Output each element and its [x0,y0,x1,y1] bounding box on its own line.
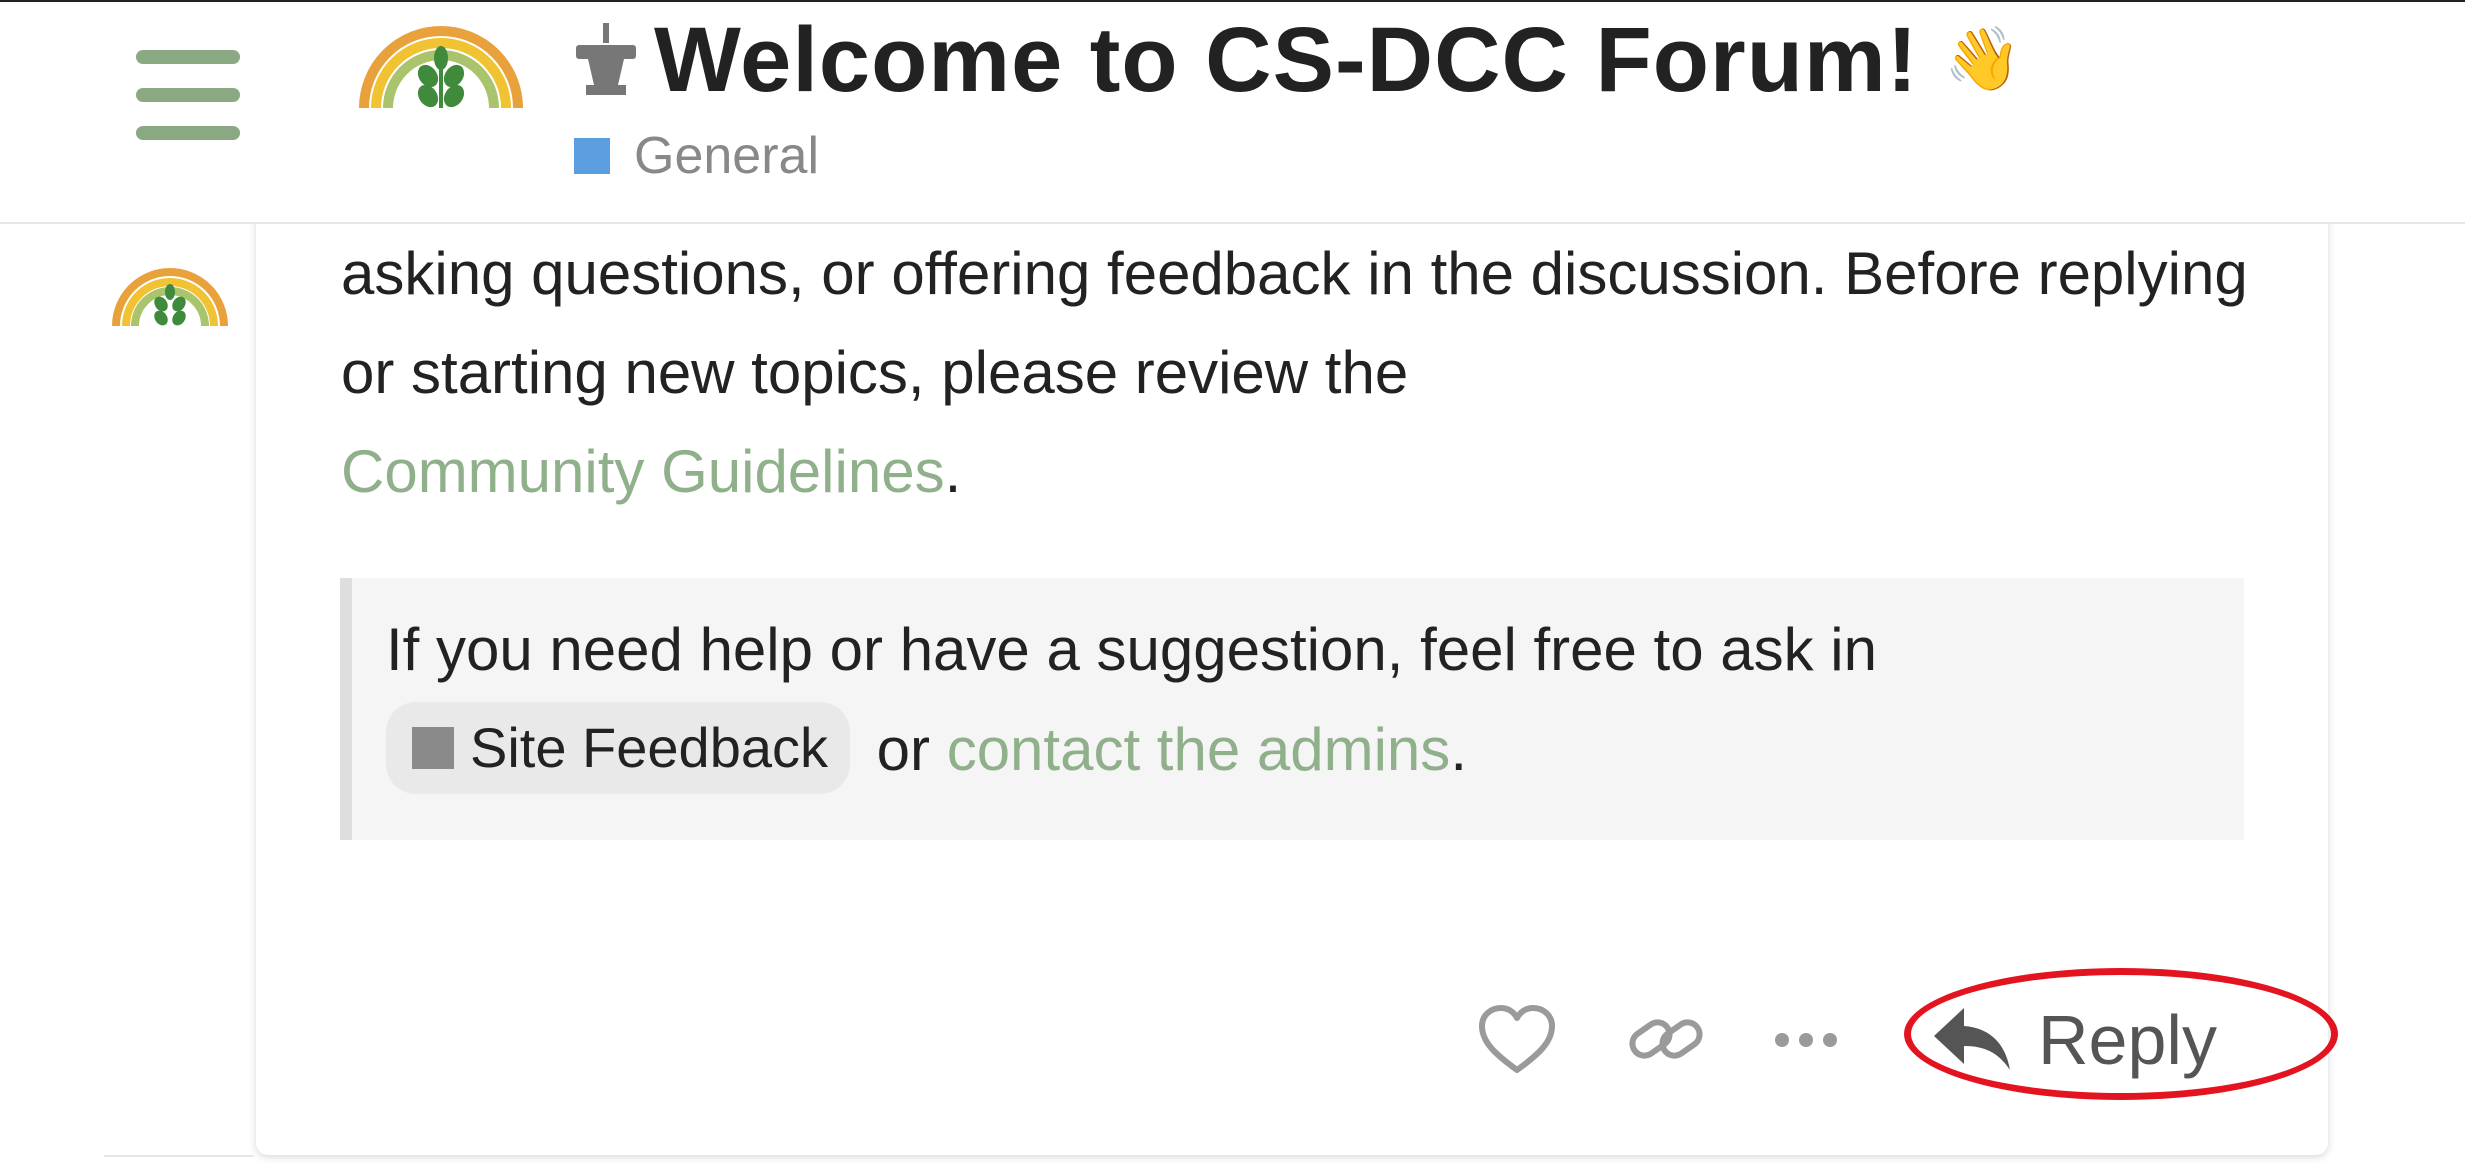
waving-hand-icon: 👋 [1944,25,2022,94]
post-paragraph-end: . [944,438,962,505]
more-actions-button[interactable] [1770,1020,1842,1060]
post-paragraph-text: asking questions, or offering feedback i… [341,240,2248,406]
post-paragraph: asking questions, or offering feedback i… [341,224,2261,521]
site-logo[interactable] [358,24,524,108]
link-icon [1629,1019,1703,1059]
share-link-button[interactable] [1624,998,1708,1082]
reply-arrow-icon [1934,1008,2010,1070]
reply-button[interactable]: Reply [1932,1000,2217,1080]
topic-title[interactable]: Welcome to CS-DCC Forum! [654,8,1918,113]
category-color-swatch [574,138,610,174]
contact-admins-link[interactable]: contact the admins [947,716,1451,783]
post-actions: Reply [1474,990,2217,1090]
hamburger-menu-icon[interactable] [136,46,244,146]
category-label: General [634,127,819,185]
category-badge[interactable]: General [574,126,819,186]
quote-or-text: or [859,716,947,783]
blockquote: If you need help or have a suggestion, f… [340,578,2244,840]
site-feedback-label: Site Feedback [470,716,828,780]
topic-header: Welcome to CS-DCC Forum! 👋 General [0,0,2465,224]
ellipsis-icon [1775,1033,1837,1047]
topic-title-row: Welcome to CS-DCC Forum! 👋 [574,8,2022,112]
like-button[interactable] [1474,997,1560,1083]
divider [104,1155,254,1157]
author-avatar[interactable] [112,262,228,326]
site-feedback-category-badge[interactable]: Site Feedback [386,702,850,795]
quote-text: If you need help or have a suggestion, f… [386,616,1877,683]
category-color-swatch [412,727,454,770]
pin-icon [576,23,636,95]
quote-end-text: . [1450,716,1467,783]
heart-icon [1479,1005,1555,1073]
post-body: asking questions, or offering feedback i… [341,224,2261,521]
reply-label: Reply [2038,1001,2217,1079]
community-guidelines-link[interactable]: Community Guidelines [341,438,945,505]
